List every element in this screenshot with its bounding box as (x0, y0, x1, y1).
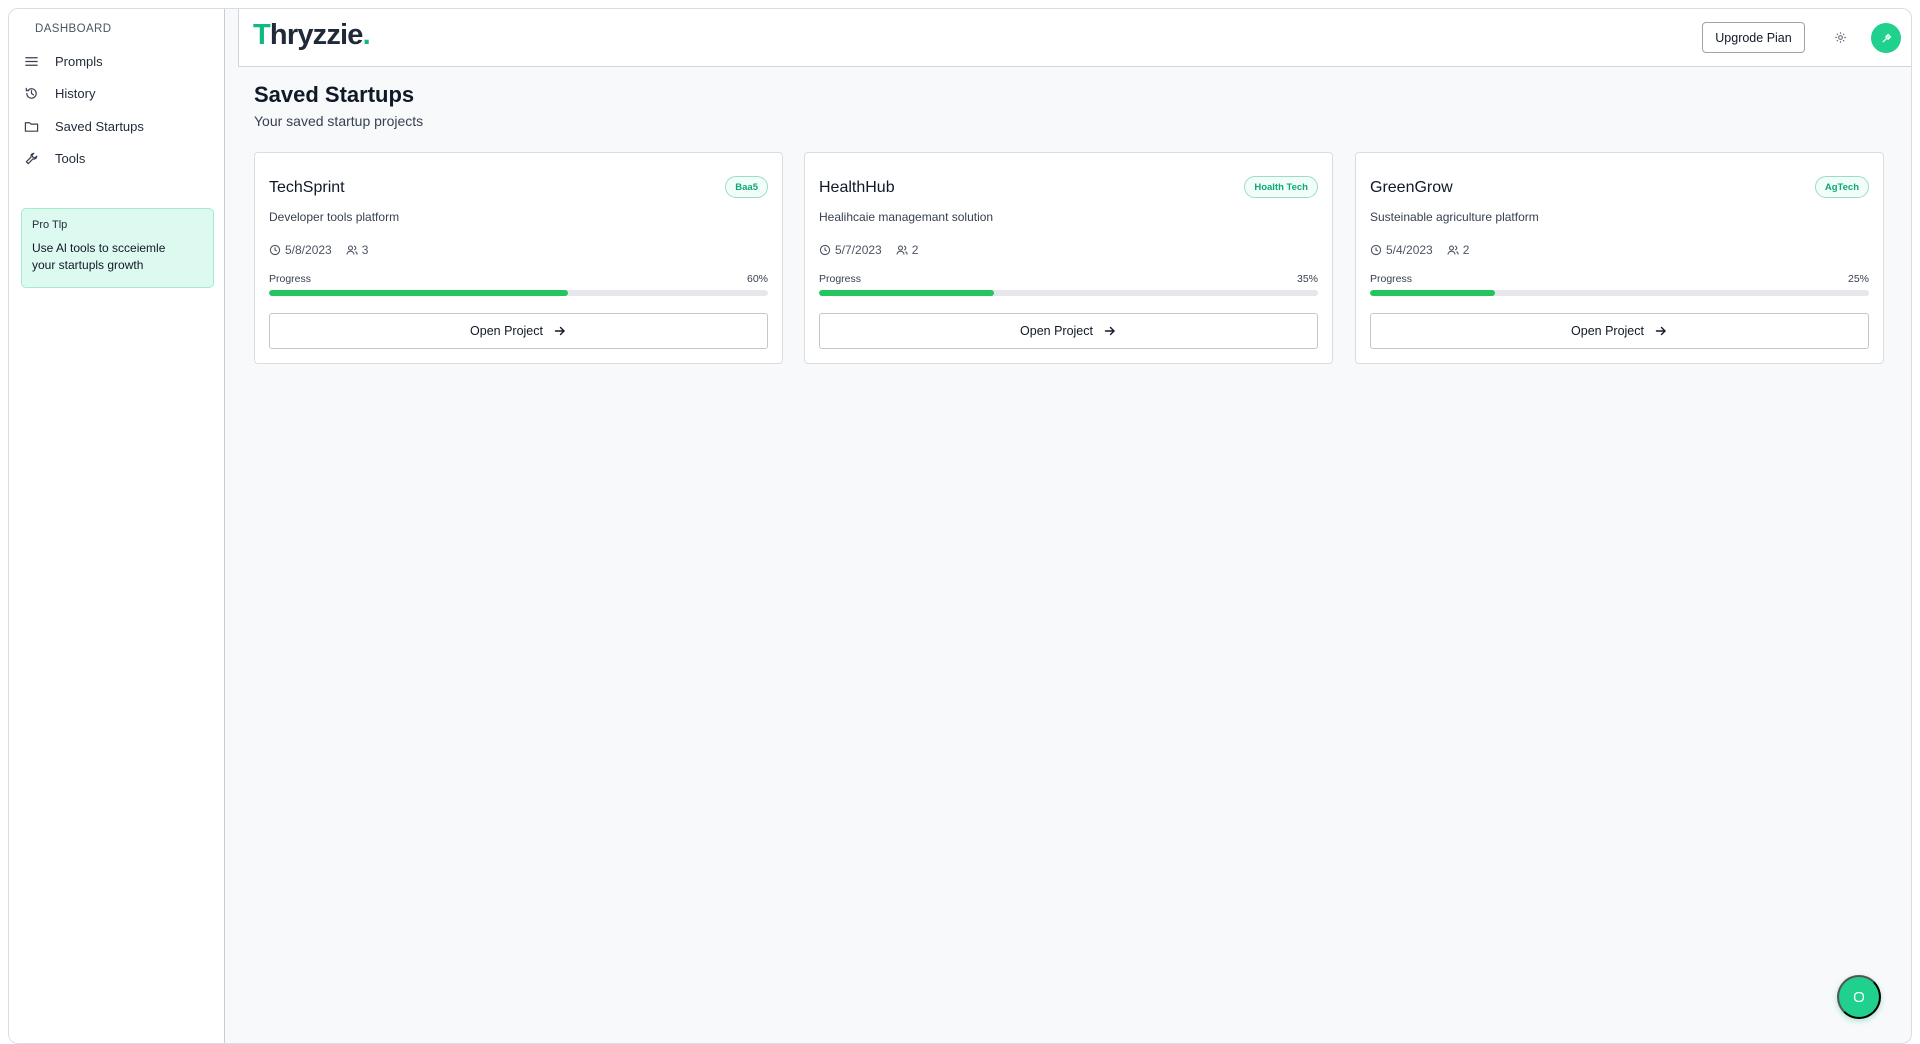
sidebar-item-prompts[interactable]: Prompls (9, 45, 224, 78)
menu-icon (23, 53, 39, 69)
folder-icon (23, 118, 39, 134)
members-item: 3 (346, 243, 369, 257)
open-project-label: Open Project (470, 324, 543, 338)
sidebar-item-label: Saved Startups (55, 118, 144, 134)
open-project-button[interactable]: Open Project (819, 313, 1318, 349)
user-icon (1882, 33, 1891, 42)
startup-card[interactable]: GreenGrow AgTech Susteinable agriculture… (1355, 152, 1884, 364)
startup-card[interactable]: TechSprint Baa5 Developer tools platform… (254, 152, 783, 364)
progress-track (819, 290, 1318, 296)
card-members: 2 (911, 243, 919, 257)
progress-track (269, 290, 768, 296)
progress-track (1370, 290, 1869, 296)
card-title: HealthHub (819, 179, 895, 196)
date-item: 5/7/2023 (819, 243, 882, 257)
clock-icon (819, 244, 831, 256)
category-badge: AgTech (1814, 176, 1869, 198)
category-badge: Hoalth Tech (1244, 176, 1318, 198)
open-project-label: Open Project (1571, 324, 1644, 338)
clock-icon (269, 244, 281, 256)
chat-button[interactable] (1837, 975, 1881, 1019)
sidebar-item-label: History (55, 86, 96, 102)
open-project-button[interactable]: Open Project (269, 313, 768, 349)
progress-fill (1370, 290, 1495, 296)
card-members: 3 (361, 243, 369, 257)
sidebar-item-saved-startups[interactable]: Saved Startups (9, 110, 224, 143)
app-window: DASHBOARD Prompls History Saved Startups (8, 8, 1912, 1044)
users-icon (346, 245, 358, 255)
sidebar-item-label: Tools (55, 151, 86, 167)
progress-label: Progress (1370, 273, 1413, 285)
progress-value: 25% (1847, 273, 1869, 285)
arrow-right-icon (554, 326, 565, 336)
progress-value: 60% (746, 273, 768, 285)
chat-icon (1853, 991, 1865, 1003)
members-item: 2 (896, 243, 919, 257)
gear-icon[interactable] (1833, 30, 1847, 44)
user-avatar[interactable] (1871, 23, 1901, 53)
sidebar: DASHBOARD Prompls History Saved Startups (9, 9, 225, 1043)
card-date: 5/7/2023 (835, 243, 882, 257)
date-item: 5/4/2023 (1370, 243, 1433, 257)
card-title: TechSprint (269, 179, 345, 196)
sidebar-nav: Prompls History Saved Startups Tools (9, 45, 224, 175)
wrench-icon (23, 151, 39, 167)
pro-tip-title: Pro Tlp (32, 219, 68, 231)
arrow-right-icon (1104, 326, 1115, 336)
top-header: Thryzzie. Upgrode Pian (238, 9, 1911, 67)
sidebar-section-title: DASHBOARD (35, 23, 112, 35)
users-icon (896, 245, 908, 255)
users-icon (1447, 245, 1459, 255)
sidebar-item-tools[interactable]: Tools (9, 143, 224, 176)
progress-label: Progress (269, 273, 312, 285)
page-title: Saved Startups (254, 82, 415, 107)
sidebar-item-history[interactable]: History (9, 78, 224, 111)
progress-fill (269, 290, 569, 296)
card-description: Developer tools platform (269, 210, 400, 224)
upgrade-plan-button[interactable]: Upgrode Pian (1702, 22, 1805, 53)
card-title: GreenGrow (1370, 179, 1453, 196)
card-date: 5/4/2023 (1386, 243, 1433, 257)
page-subtitle: Your saved startup projects (254, 113, 424, 129)
app-logo[interactable]: Thryzzie. (253, 19, 371, 52)
card-description: Healihcaie managemant solution (819, 210, 994, 224)
card-meta: 5/4/2023 2 (1370, 243, 1469, 257)
card-description: Susteinable agriculture platform (1370, 210, 1539, 224)
card-members: 2 (1462, 243, 1470, 257)
open-project-label: Open Project (1020, 324, 1093, 338)
card-meta: 5/8/2023 3 (269, 243, 368, 257)
pro-tip-card: Pro Tlp Use Al tools to scceiemle your s… (21, 208, 214, 288)
members-item: 2 (1447, 243, 1470, 257)
date-item: 5/8/2023 (269, 243, 332, 257)
pro-tip-body: Use Al tools to scceiemle your startupls… (32, 241, 166, 272)
startup-card[interactable]: HealthHub Hoalth Tech Healihcaie managem… (804, 152, 1333, 364)
progress-label: Progress (819, 273, 862, 285)
clock-icon (1370, 244, 1382, 256)
category-badge: Baa5 (725, 176, 768, 198)
progress-value: 35% (1296, 273, 1318, 285)
card-meta: 5/7/2023 2 (819, 243, 918, 257)
history-icon (23, 86, 39, 102)
progress-fill (819, 290, 994, 296)
open-project-button[interactable]: Open Project (1370, 313, 1869, 349)
arrow-right-icon (1655, 326, 1666, 336)
sidebar-item-label: Prompls (55, 53, 103, 69)
card-date: 5/8/2023 (285, 243, 332, 257)
